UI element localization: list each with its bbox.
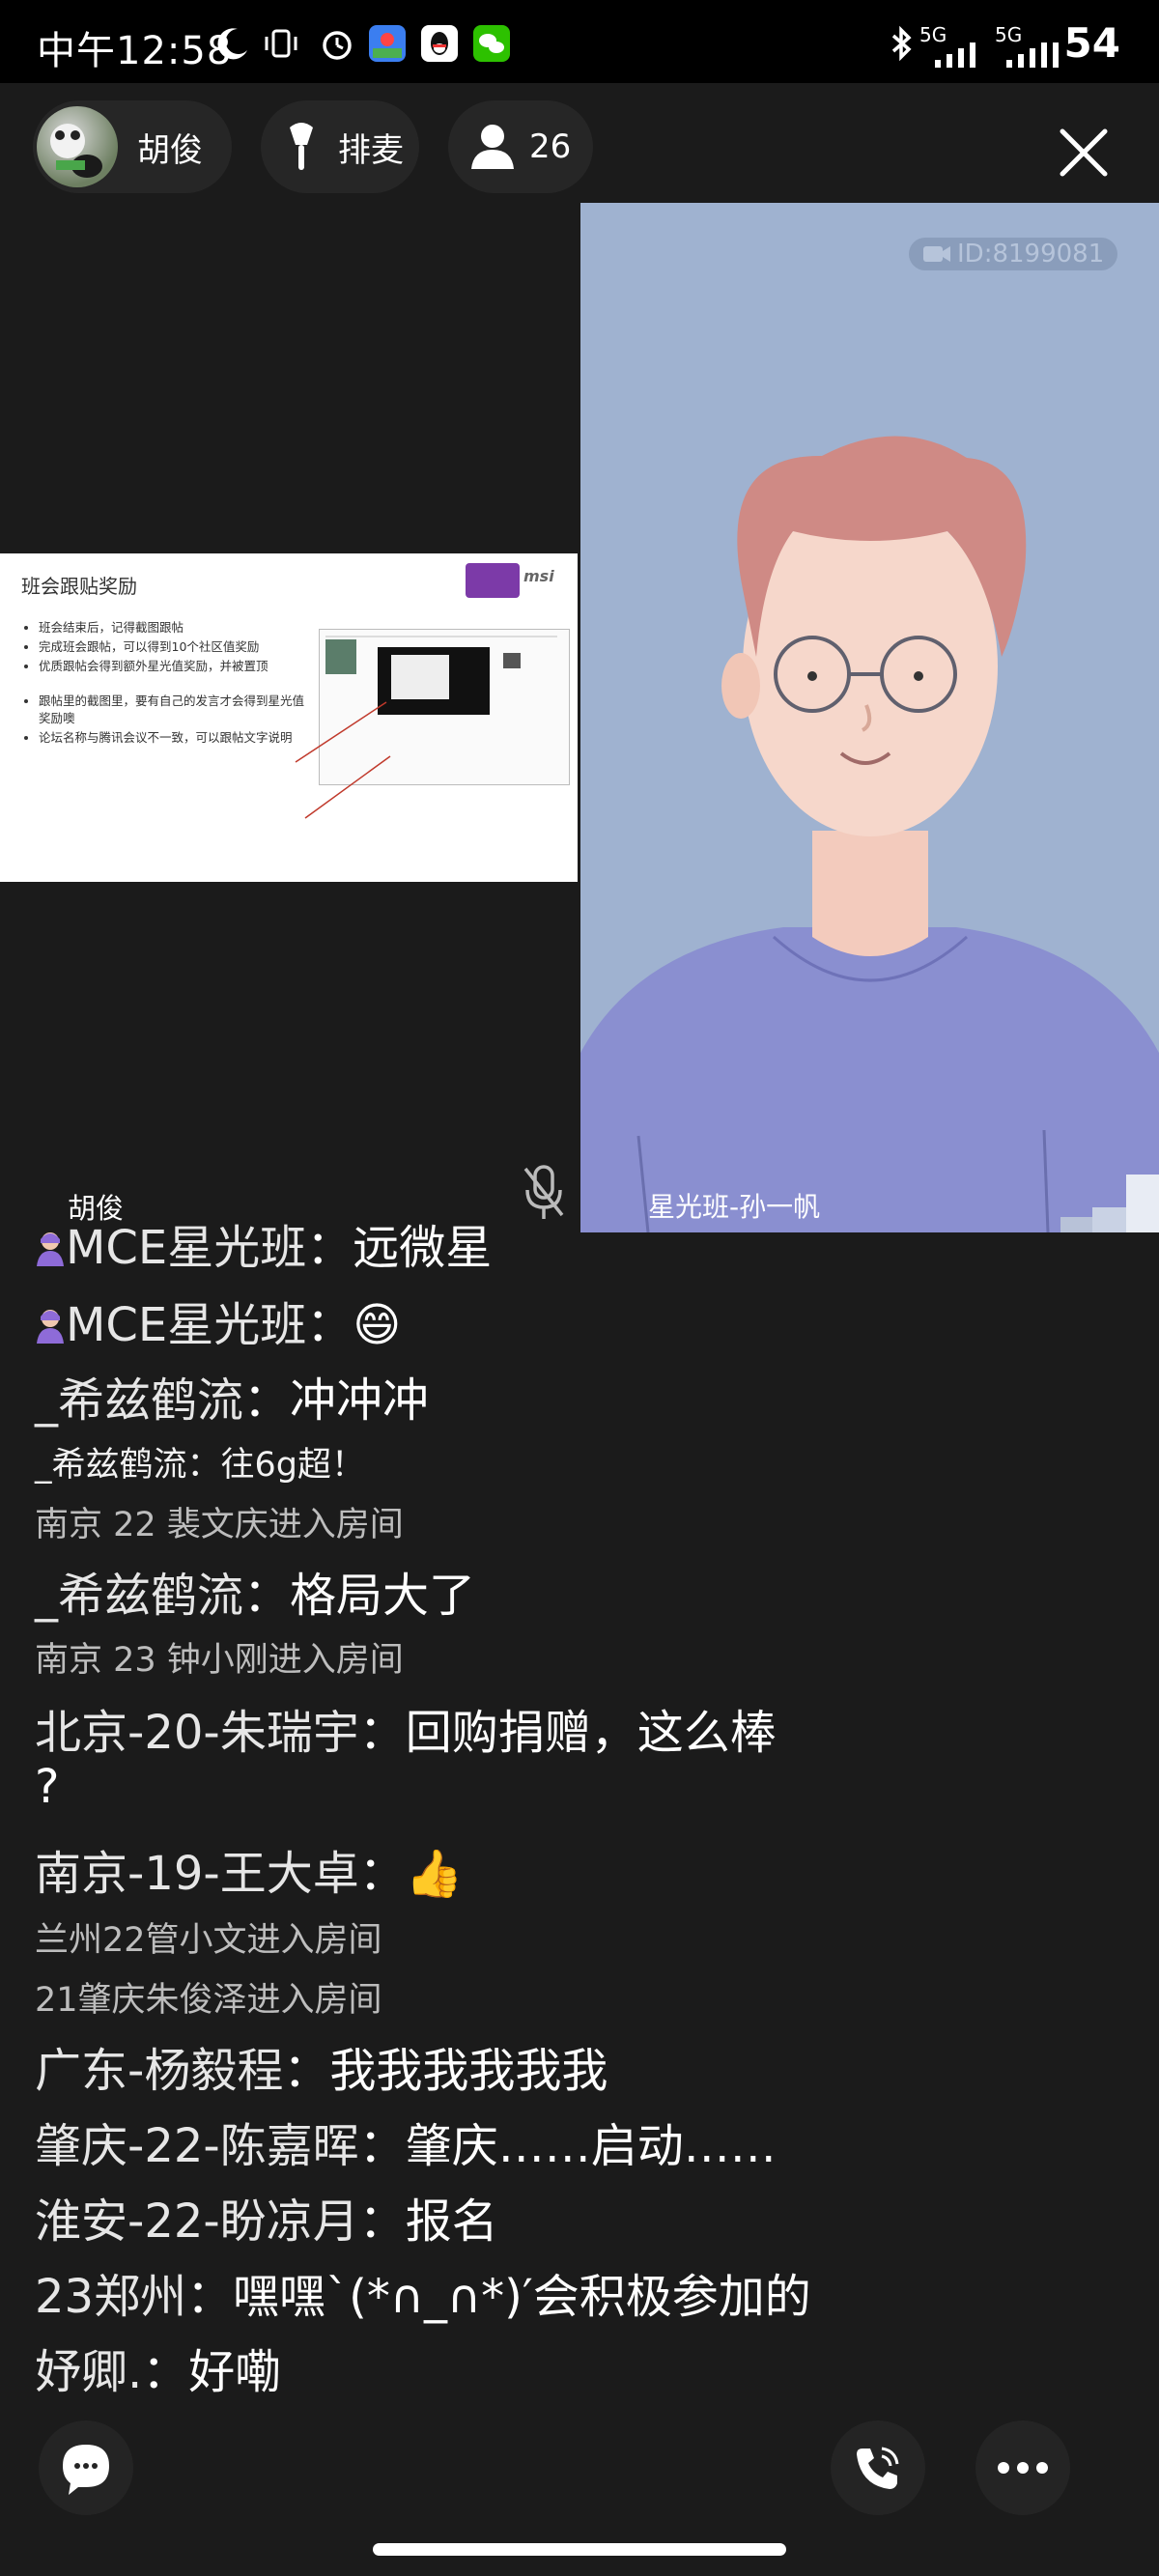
phone-icon — [849, 2439, 907, 2497]
chat-message: 北京-20-朱瑞宇：回购捐赠，这么棒 — [35, 1706, 777, 1760]
bluetooth-icon — [883, 25, 919, 62]
slide-bullet: 班会结束后，记得截图跟帖 — [39, 619, 304, 637]
viewers-button[interactable]: 26 — [448, 100, 593, 193]
chat-message: _希兹鹤流：格局大了 — [35, 1569, 476, 1623]
chat-text: 报名 — [405, 2194, 498, 2249]
signal-icon — [933, 42, 981, 71]
chat-user: 北京-20-朱瑞宇 — [35, 1706, 359, 1760]
more-icon — [994, 2458, 1052, 2477]
slide-logo — [466, 563, 520, 598]
chat-message: 妤卿.：好嘞 — [35, 2345, 282, 2399]
system-message: 南京 23 钟小刚进入房间 — [35, 1641, 404, 1680]
chat-message: 淮安-22-盼凉月：报名 — [35, 2194, 498, 2249]
chat-text: 回购捐赠，这么棒 — [405, 1706, 777, 1760]
chat-user: 广东-杨毅程 — [35, 2044, 284, 2098]
system-message: 21肇庆朱俊泽进入房间 — [35, 1981, 382, 2020]
slide-bullets: 班会结束后，记得截图跟帖 完成班会跟帖，可以得到10个社区值奖励 优质跟帖会得到… — [17, 619, 304, 749]
chat-text: 远微星 — [353, 1221, 493, 1275]
mic-queue-label: 排麦 — [338, 130, 404, 170]
avatar — [37, 106, 118, 187]
chat-message: 23郑州：嘿嘿`(*∩_∩*)′会积极参加的 — [35, 2270, 811, 2324]
qq-app-icon — [421, 25, 458, 62]
moon-icon — [214, 25, 251, 62]
chat-message: 广东-杨毅程：我我我我我我 — [35, 2044, 608, 2098]
chat-emoji: 😄 — [353, 1298, 402, 1352]
maps-app-icon — [369, 25, 406, 62]
chat-user: _希兹鹤流 — [35, 1373, 244, 1428]
chat-message-continuation: ? — [35, 1760, 60, 1814]
chat-user: 23郑州 — [35, 2270, 187, 2324]
chat-user: 肇庆-22-陈嘉晖 — [35, 2119, 359, 2173]
slide-brand: msi — [523, 567, 554, 585]
chat-message: 肇庆-22-陈嘉晖：肇庆……启动…… — [35, 2119, 777, 2173]
mic-queue-button[interactable]: 排麦 — [261, 100, 419, 193]
system-message: 南京 22 裴文庆进入房间 — [35, 1506, 404, 1544]
more-options-button[interactable] — [975, 2420, 1070, 2515]
chat-input-button[interactable] — [39, 2420, 133, 2515]
slide-title: 班会跟贴奖励 — [21, 575, 137, 598]
slide-bullet: 跟帖里的截图里，要有自己的发言才会得到星光值奖励噢 — [39, 693, 304, 727]
voice-call-button[interactable] — [831, 2420, 925, 2515]
room-id: ID:8199081 — [957, 240, 1105, 269]
chat-message: MCE星光班：远微星 — [35, 1209, 492, 1278]
chat-text: 往6g超！ — [220, 1446, 366, 1485]
participant-name: 星光班-孙一帆 — [648, 1191, 821, 1223]
chat-message: 南京-19-王大卓：👍 — [35, 1847, 464, 1901]
host-chip[interactable]: 胡俊 — [33, 100, 232, 193]
admin-avatar-icon — [35, 1301, 66, 1355]
clock: 中午12:58 — [37, 29, 233, 73]
admin-avatar-icon — [35, 1224, 66, 1278]
chat-bubble-icon — [57, 2439, 115, 2497]
chat-text: 格局大了 — [290, 1569, 476, 1623]
chat-user: _希兹鹤流 — [35, 1446, 187, 1485]
mic-muted-icon — [522, 1163, 566, 1227]
shared-slide: 班会跟贴奖励 msi 班会结束后，记得截图跟帖 完成班会跟帖，可以得到10个社区… — [0, 553, 578, 882]
home-indicator[interactable] — [373, 2543, 786, 2556]
chat-user: _希兹鹤流 — [35, 1569, 244, 1623]
system-message: 兰州22管小文进入房间 — [35, 1921, 382, 1960]
chat-text: 冲冲冲 — [290, 1373, 430, 1428]
chat-message: _希兹鹤流：往6g超！ — [35, 1446, 366, 1485]
participant-video[interactable]: ID:8199081 星光班-孙一帆 — [580, 203, 1159, 1232]
signal-icon — [1004, 42, 1062, 71]
room-id-badge: ID:8199081 — [909, 238, 1118, 270]
chat-text: 好嘞 — [188, 2345, 282, 2399]
slide-arrows — [295, 701, 391, 819]
camera-icon — [922, 243, 951, 265]
host-name: 胡俊 — [137, 130, 203, 170]
chat-user: MCE星光班 — [66, 1221, 307, 1275]
chat-text: 肇庆……启动…… — [405, 2119, 777, 2173]
chat-user: 淮安-22-盼凉月 — [35, 2194, 359, 2249]
close-icon[interactable] — [1057, 126, 1111, 184]
thumbs-up-emoji: 👍 — [405, 1847, 464, 1901]
status-bar: 中午12:58 5G 5G 54 — [0, 0, 1159, 83]
wechat-app-icon — [473, 25, 510, 62]
avatar-illustration — [580, 436, 1159, 1232]
microphone-icon — [282, 120, 321, 174]
viewer-count: 26 — [529, 127, 572, 166]
slide-bullet: 优质跟帖会得到额外星光值奖励，并被置顶 — [39, 658, 304, 675]
person-icon — [469, 123, 516, 171]
chat-user: 南京-19-王大卓 — [35, 1847, 359, 1901]
chat-message: _希兹鹤流：冲冲冲 — [35, 1373, 430, 1428]
alarm-icon — [319, 25, 355, 62]
chat-text: 我我我我我我 — [329, 2044, 608, 2098]
slide-bullet: 完成班会跟帖，可以得到10个社区值奖励 — [39, 638, 304, 656]
vibrate-icon — [263, 25, 299, 62]
slide-bullet: 论坛名称与腾讯会议不一致，可以跟帖文字说明 — [39, 729, 304, 747]
chat-message: MCE星光班：😄 — [35, 1287, 401, 1355]
chat-user: 妤卿. — [35, 2345, 143, 2399]
battery-level: 54 — [1063, 19, 1120, 67]
chat-user: MCE星光班 — [66, 1298, 307, 1352]
chat-text: 嘿嘿`(*∩_∩*)′会积极参加的 — [233, 2270, 811, 2324]
